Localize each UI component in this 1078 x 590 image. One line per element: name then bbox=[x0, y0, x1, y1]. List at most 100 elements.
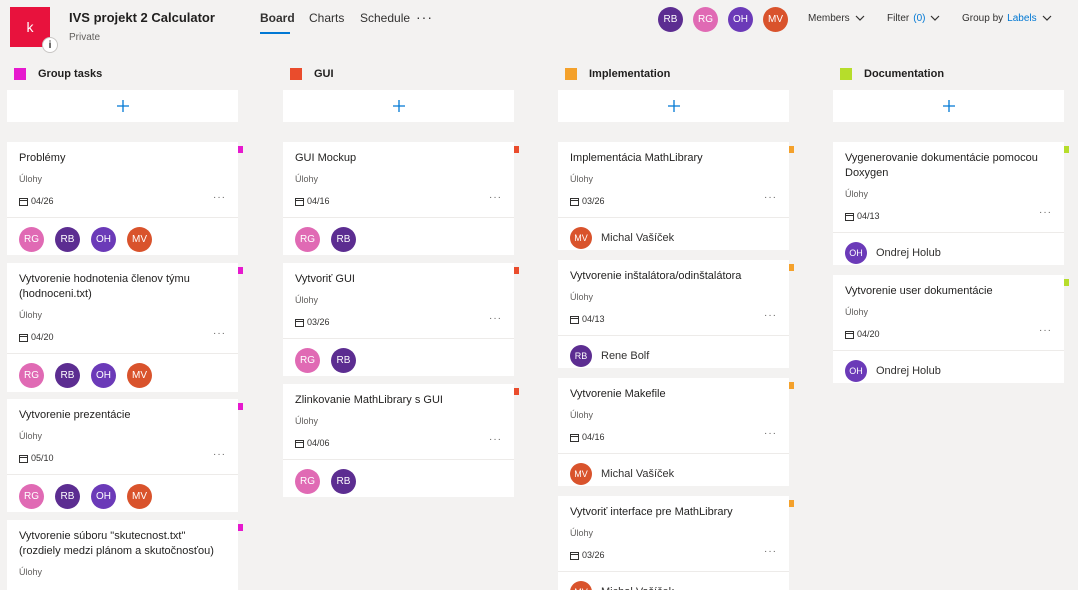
task-card[interactable]: Vytvoriť interface pre MathLibrary Úlohy 0… bbox=[558, 496, 794, 590]
task-title[interactable]: Zlinkovanie MathLibrary s GUI bbox=[283, 384, 514, 408]
task-card[interactable]: Zlinkovanie MathLibrary s GUI Úlohy 04/06 ·… bbox=[283, 384, 519, 497]
assignee-avatar[interactable]: RG bbox=[19, 363, 44, 388]
group-by-label: Group by bbox=[962, 12, 1004, 24]
assignee-avatar[interactable]: MV bbox=[127, 227, 152, 252]
task-title[interactable]: Vytvorenie Makefile bbox=[558, 378, 789, 402]
task-card[interactable]: Vytvorenie user dokumentácie Úlohy 04/20 ··… bbox=[833, 275, 1069, 383]
task-card[interactable]: Vytvorenie Makefile Úlohy 04/16 ··· MV Michal… bbox=[558, 378, 794, 486]
task-bucket: Úlohy bbox=[295, 174, 319, 184]
task-card[interactable]: Vytvorenie prezentácie Úlohy 05/10 ··· RG RB O… bbox=[7, 399, 243, 512]
task-title[interactable]: Problémy bbox=[7, 142, 238, 166]
task-card[interactable]: Implementácia MathLibrary Úlohy 03/26 ··· MV… bbox=[558, 142, 794, 250]
more-options-icon[interactable]: ··· bbox=[213, 449, 226, 460]
group-by-dropdown[interactable]: Group by Labels bbox=[962, 12, 1053, 24]
calendar-icon bbox=[570, 197, 579, 206]
more-options-icon[interactable]: ··· bbox=[1039, 325, 1052, 336]
more-options-icon[interactable]: ··· bbox=[489, 313, 502, 324]
members-dropdown[interactable]: Members bbox=[808, 12, 866, 24]
label-tag bbox=[514, 267, 519, 274]
add-task-button[interactable] bbox=[558, 90, 789, 122]
assignee[interactable]: OH Ondrej Holub bbox=[845, 360, 941, 382]
add-task-button[interactable] bbox=[833, 90, 1064, 122]
task-meta: 04/26 ··· bbox=[7, 185, 238, 209]
assignee-avatar[interactable]: RG bbox=[295, 469, 320, 494]
assignee-avatar[interactable]: OH bbox=[91, 484, 116, 509]
task-title[interactable]: Vytvorenie user dokumentácie bbox=[833, 275, 1064, 299]
assignee[interactable]: MV Michal Vašíček bbox=[570, 463, 674, 485]
task-title[interactable]: Vytvorenie inštalátora/odinštalátora bbox=[558, 260, 789, 284]
calendar-icon bbox=[570, 433, 579, 442]
tab-board[interactable]: Board bbox=[260, 11, 295, 25]
member-avatar[interactable]: MV bbox=[763, 7, 788, 32]
chevron-down-icon bbox=[1042, 15, 1052, 21]
due-date: 04/16 bbox=[582, 432, 605, 442]
more-options-icon[interactable]: ··· bbox=[764, 428, 777, 439]
assignee[interactable]: RB Rene Bolf bbox=[570, 345, 649, 367]
label-tag bbox=[238, 403, 243, 410]
task-title[interactable]: GUI Mockup bbox=[283, 142, 514, 166]
assignee-avatar: MV bbox=[570, 581, 592, 590]
assignee-avatar[interactable]: RG bbox=[295, 227, 320, 252]
task-title[interactable]: Implementácia MathLibrary bbox=[558, 142, 789, 166]
more-options-icon[interactable]: ··· bbox=[1039, 207, 1052, 218]
assignee[interactable]: OH Ondrej Holub bbox=[845, 242, 941, 264]
task-title[interactable]: Vytvoriť GUI bbox=[283, 263, 514, 287]
assignee-avatar[interactable]: RG bbox=[19, 227, 44, 252]
task-card[interactable]: Vytvorenie inštalátora/odinštalátora Úloh… bbox=[558, 260, 794, 368]
label-tag bbox=[514, 388, 519, 395]
filter-dropdown[interactable]: Filter (0) bbox=[887, 12, 941, 24]
add-task-button[interactable] bbox=[283, 90, 514, 122]
task-card[interactable]: Problémy Úlohy 04/26 ··· RG RB OH MV bbox=[7, 142, 243, 255]
task-title[interactable]: Vytvorenie prezentácie bbox=[7, 399, 238, 423]
tab-charts[interactable]: Charts bbox=[309, 11, 344, 25]
more-options-icon[interactable]: ··· bbox=[764, 546, 777, 557]
member-avatar[interactable]: RB bbox=[658, 7, 683, 32]
assignee-avatar[interactable]: RB bbox=[55, 227, 80, 252]
task-meta: 05/10 ··· bbox=[7, 442, 238, 466]
member-avatar[interactable]: OH bbox=[728, 7, 753, 32]
assignee[interactable]: MV Michal Vašíček bbox=[570, 227, 674, 249]
assignee-avatar[interactable]: MV bbox=[127, 363, 152, 388]
task-card[interactable]: Vytvorenie hodnotenia členov týmu (hodno… bbox=[7, 263, 243, 392]
assignee[interactable]: MV Michal Vašíček bbox=[570, 581, 674, 590]
tab-schedule[interactable]: Schedule bbox=[360, 11, 410, 25]
assignee-avatar[interactable]: RB bbox=[331, 227, 356, 252]
task-card[interactable]: Vytvoriť GUI Úlohy 03/26 ··· RG RB bbox=[283, 263, 519, 376]
task-card[interactable]: GUI Mockup Úlohy 04/16 ··· RG RB bbox=[283, 142, 519, 255]
column-header: Implementation bbox=[558, 62, 789, 86]
task-title[interactable]: Vytvorenie súboru "skutecnost.txt" (rozd… bbox=[7, 520, 238, 559]
assignee-avatar[interactable]: MV bbox=[127, 484, 152, 509]
due-date: 03/26 bbox=[582, 550, 605, 560]
assignee-avatar: OH bbox=[845, 360, 867, 382]
more-options-icon[interactable]: ··· bbox=[489, 192, 502, 203]
task-meta: 04/13 ··· bbox=[558, 303, 789, 327]
task-title[interactable]: Vygenerovanie dokumentácie pomocou Doxyg… bbox=[833, 142, 1064, 181]
more-options-icon[interactable]: ··· bbox=[764, 192, 777, 203]
more-options-icon[interactable]: ··· bbox=[213, 328, 226, 339]
plan-title: IVS projekt 2 Calculator bbox=[69, 10, 215, 25]
more-options-icon[interactable]: ··· bbox=[416, 9, 433, 25]
assignee-avatar[interactable]: RB bbox=[331, 348, 356, 373]
more-options-icon[interactable]: ··· bbox=[764, 310, 777, 321]
assignee-avatar[interactable]: RB bbox=[331, 469, 356, 494]
calendar-icon bbox=[295, 439, 304, 448]
assignee-avatar[interactable]: RB bbox=[55, 484, 80, 509]
task-card[interactable]: Vygenerovanie dokumentácie pomocou Doxyg… bbox=[833, 142, 1069, 265]
add-task-button[interactable] bbox=[7, 90, 238, 122]
task-card[interactable]: Vytvorenie súboru "skutecnost.txt" (rozd… bbox=[7, 520, 243, 590]
assignee-avatar: RB bbox=[570, 345, 592, 367]
due-date: 04/26 bbox=[31, 196, 54, 206]
assignee-avatar[interactable]: RG bbox=[295, 348, 320, 373]
plan-info-badge[interactable]: i bbox=[42, 37, 58, 53]
task-title[interactable]: Vytvorenie hodnotenia členov týmu (hodno… bbox=[7, 263, 238, 302]
more-options-icon[interactable]: ··· bbox=[489, 434, 502, 445]
label-tag bbox=[789, 146, 794, 153]
more-options-icon[interactable]: ··· bbox=[213, 192, 226, 203]
member-avatar[interactable]: RG bbox=[693, 7, 718, 32]
assignee-avatar[interactable]: OH bbox=[91, 227, 116, 252]
assignee-avatar[interactable]: OH bbox=[91, 363, 116, 388]
assignee-avatar[interactable]: RB bbox=[55, 363, 80, 388]
assignee-name: Michal Vašíček bbox=[601, 586, 674, 590]
task-title[interactable]: Vytvoriť interface pre MathLibrary bbox=[558, 496, 789, 520]
assignee-avatar[interactable]: RG bbox=[19, 484, 44, 509]
